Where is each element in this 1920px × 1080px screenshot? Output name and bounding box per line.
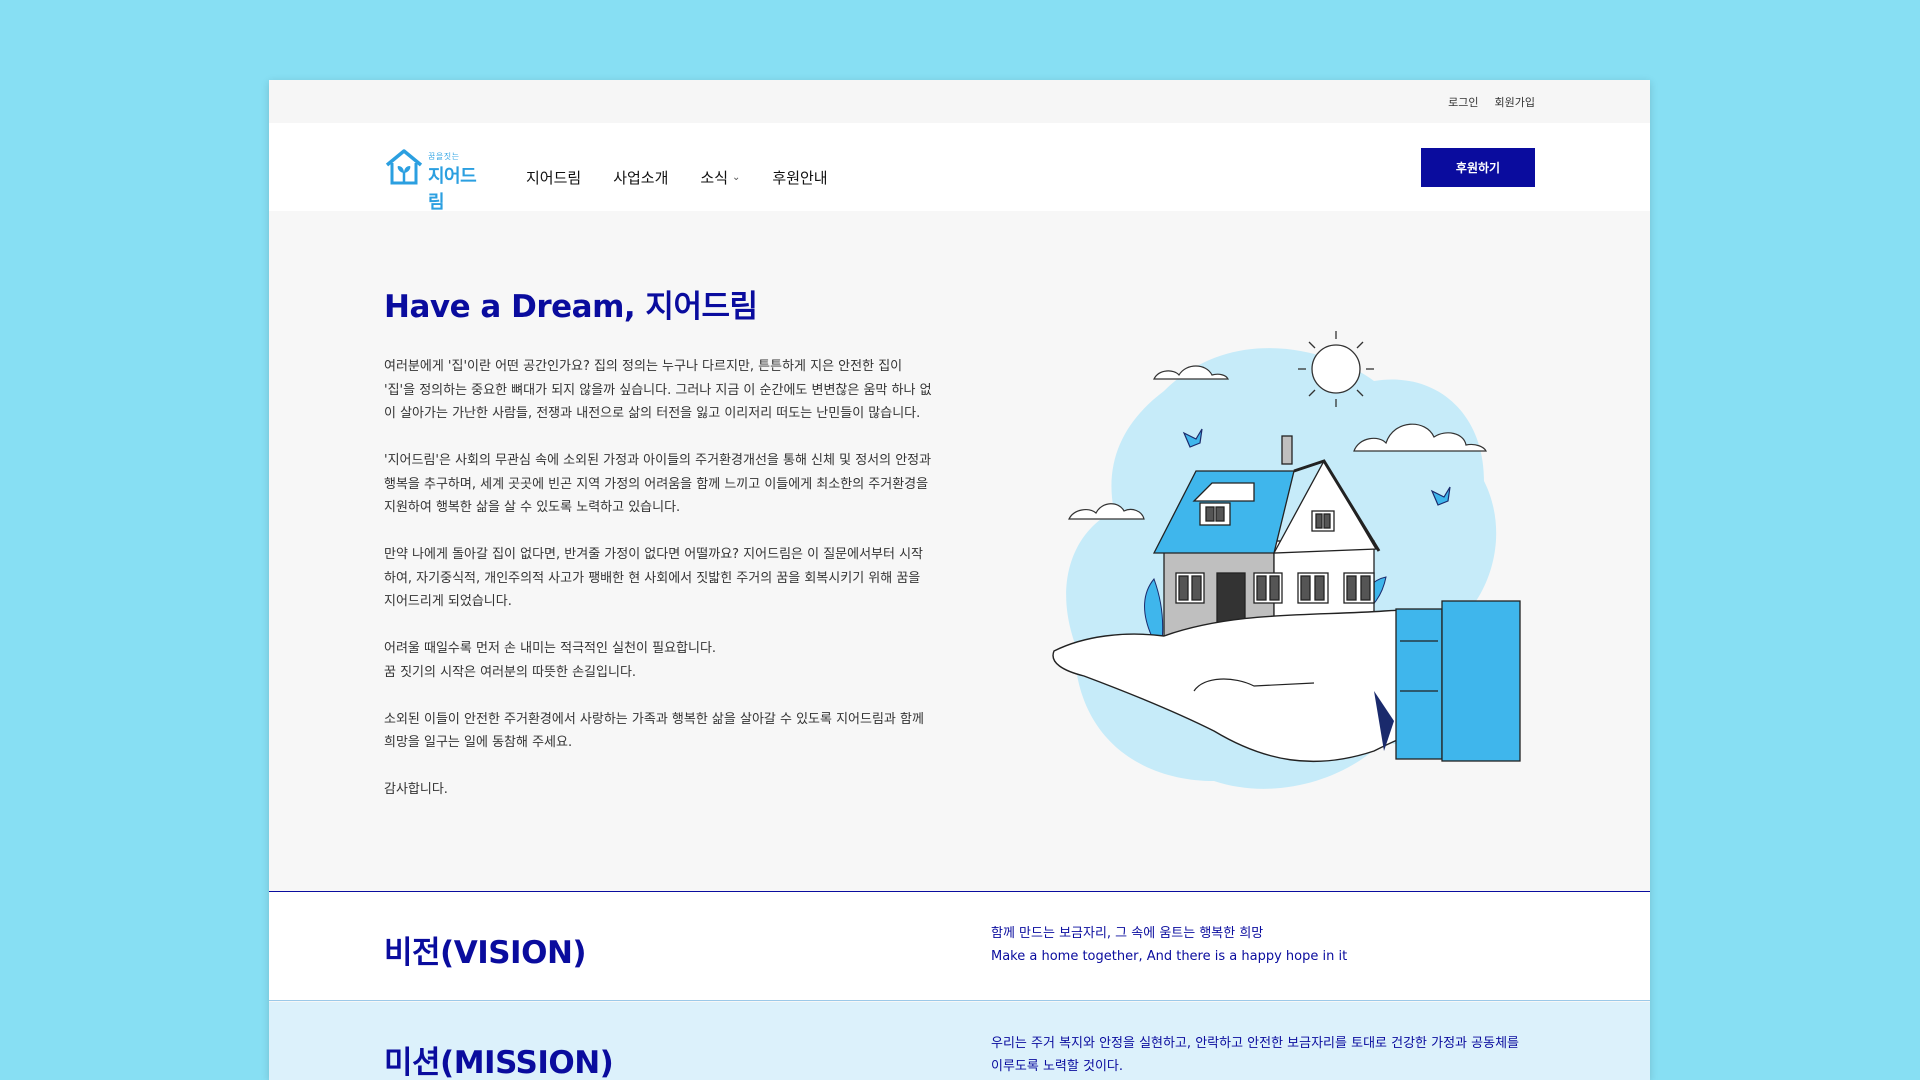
hero-title: Have a Dream, 지어드림 [384, 289, 758, 325]
site-header: 꿈을짓는 지어드림 지어드림 사업소개 소식 ⌄ 후원안내 후원하기 [269, 123, 1650, 213]
hero-paragraph: 여러분에게 '집'이란 어떤 공간인가요? 집의 정의는 누구나 다르지만, 튼… [384, 359, 932, 421]
vision-title: 비전(VISION) [384, 935, 587, 971]
signup-link[interactable]: 회원가입 [1495, 94, 1535, 110]
house-logo-icon [385, 149, 423, 185]
nav-item-about[interactable]: 지어드림 [526, 167, 581, 188]
mission-text: 우리는 주거 복지와 안정을 실현하고, 안락하고 안전한 보금자리를 토대로 … [991, 1036, 1519, 1074]
logo-wordmark: 지어드림 [428, 166, 477, 213]
vision-section: 비전(VISION) 함께 만드는 보금자리, 그 속에 움트는 행복한 희망 … [269, 892, 1650, 1001]
house-in-hand-illustration [1052, 331, 1521, 789]
hero-body: 여러분에게 '집'이란 어떤 공간인가요? 집의 정의는 누구나 다르지만, 튼… [384, 355, 959, 825]
mission-title: 미션(MISSION) [384, 1045, 614, 1080]
nav-item-news[interactable]: 소식 ⌄ [700, 167, 740, 188]
mission-section: 미션(MISSION) 우리는 주거 복지와 안정을 실현하고, 안락하고 안전… [269, 1002, 1650, 1080]
site-logo[interactable]: 꿈을짓는 지어드림 [384, 148, 492, 213]
hero-paragraph: 만약 나에게 돌아갈 집이 없다면, 반겨줄 가정이 없다면 어떨까요? 지어드… [384, 547, 924, 609]
nav-item-support[interactable]: 후원안내 [772, 167, 827, 188]
hero-paragraph: 어려울 때일수록 먼저 손 내미는 적극적인 실천이 필요합니다. 꿈 짓기의 … [384, 641, 717, 680]
vision-text: 함께 만드는 보금자리, 그 속에 움트는 행복한 희망 Make a home… [991, 926, 1348, 964]
nav-item-label: 지어드림 [526, 169, 582, 187]
chevron-down-icon: ⌄ [732, 172, 741, 183]
nav-item-label: 사업소개 [613, 169, 669, 187]
main-nav: 지어드림 사업소개 소식 ⌄ 후원안내 [526, 167, 828, 188]
login-link[interactable]: 로그인 [1448, 94, 1478, 110]
nav-item-business[interactable]: 사업소개 [613, 167, 668, 188]
hero-paragraph: 소외된 이들이 안전한 주거환경에서 사랑하는 가족과 행복한 삶을 살아갈 수… [384, 711, 924, 751]
logo-tagline: 꿈을짓는 [428, 152, 460, 161]
nav-item-label: 후원안내 [772, 169, 828, 187]
utility-bar: 로그인 회원가입 [269, 80, 1650, 123]
nav-item-label: 소식 [700, 169, 729, 187]
hero-paragraph: '지어드림'은 사회의 무관심 속에 소외된 가정과 아이들의 주거환경개선을 … [384, 453, 932, 515]
hero-paragraph: 감사합니다. [384, 782, 448, 797]
sleeve-icon [1395, 600, 1521, 762]
browser-page: 로그인 회원가입 꿈을짓는 지어드림 지어드림 사업소개 소식 ⌄ 후원안내 후원… [269, 80, 1650, 1080]
donate-button[interactable]: 후원하기 [1421, 148, 1535, 187]
hero-section: Have a Dream, 지어드림 여러분에게 '집'이란 어떤 공간인가요?… [269, 211, 1650, 891]
